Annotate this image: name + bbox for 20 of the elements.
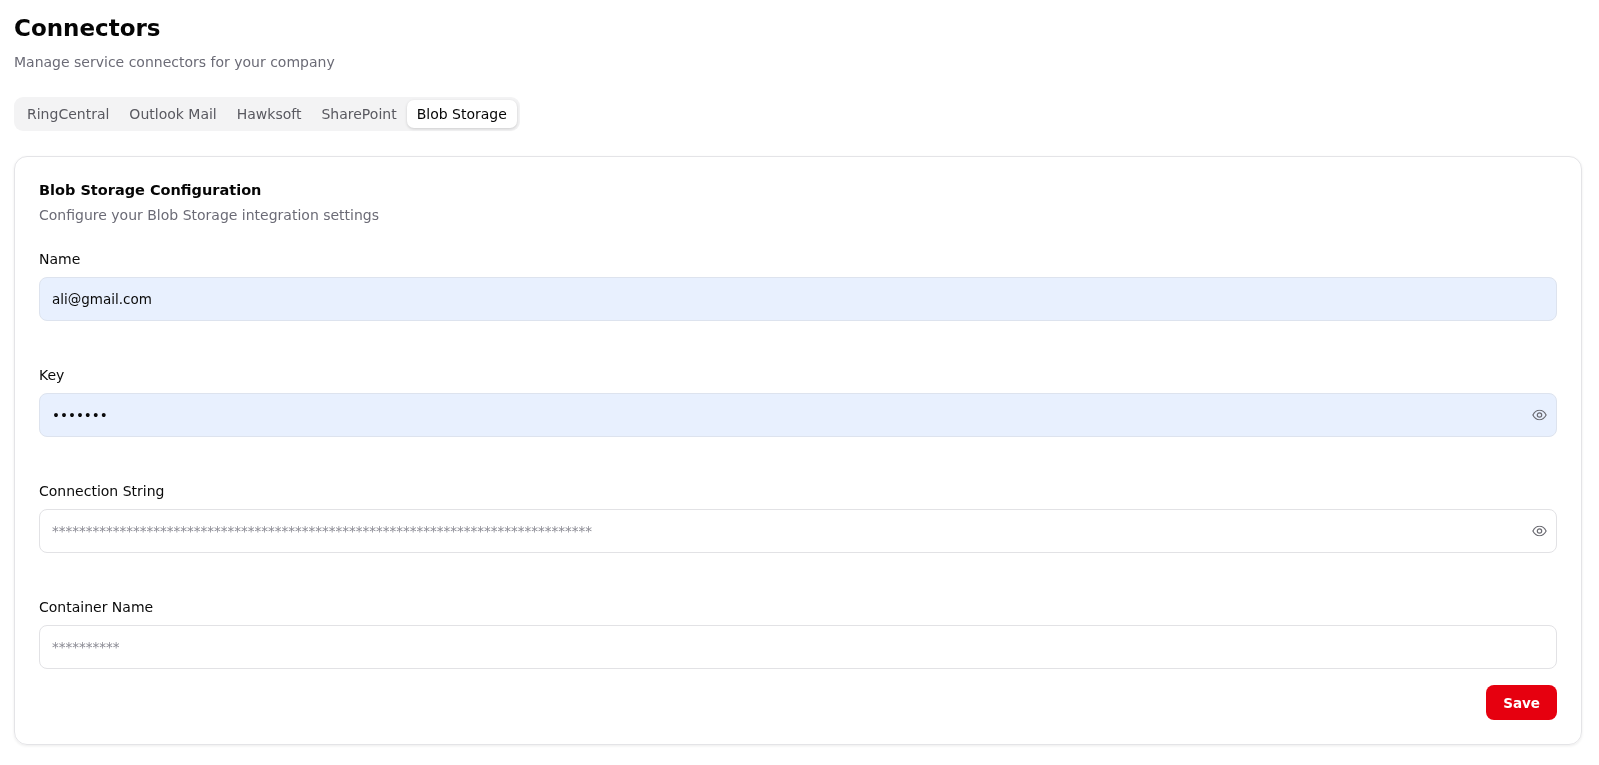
card-description: Configure your Blob Storage integration settings [39, 206, 380, 225]
input-field[interactable]: ••••••• [39, 393, 1557, 437]
tab[interactable]: RingCentral [17, 100, 120, 128]
card-title: Blob Storage Configuration [39, 181, 262, 200]
field-label: Container Name [39, 598, 154, 617]
eye-icon[interactable] [1532, 525, 1547, 537]
tab[interactable]: SharePoint [311, 100, 407, 128]
tab[interactable]: Hawksoft [226, 100, 312, 128]
field-label: Key [39, 366, 65, 385]
save-button[interactable]: Save [1486, 685, 1557, 720]
input-field[interactable]: ali@gmail.com [39, 277, 1557, 321]
tab[interactable]: Outlook Mail [119, 100, 227, 128]
page-subtitle: Manage service connectors for your company [14, 53, 335, 72]
page-title: Connectors [14, 14, 161, 43]
input-field[interactable]: ******************************************************************************** [39, 509, 1557, 553]
field-label: Connection String [39, 482, 165, 501]
eye-icon[interactable] [1532, 409, 1547, 421]
tab[interactable]: Blob Storage [406, 100, 517, 128]
input-field[interactable]: ********** [39, 625, 1557, 669]
field-label: Name [39, 250, 81, 269]
